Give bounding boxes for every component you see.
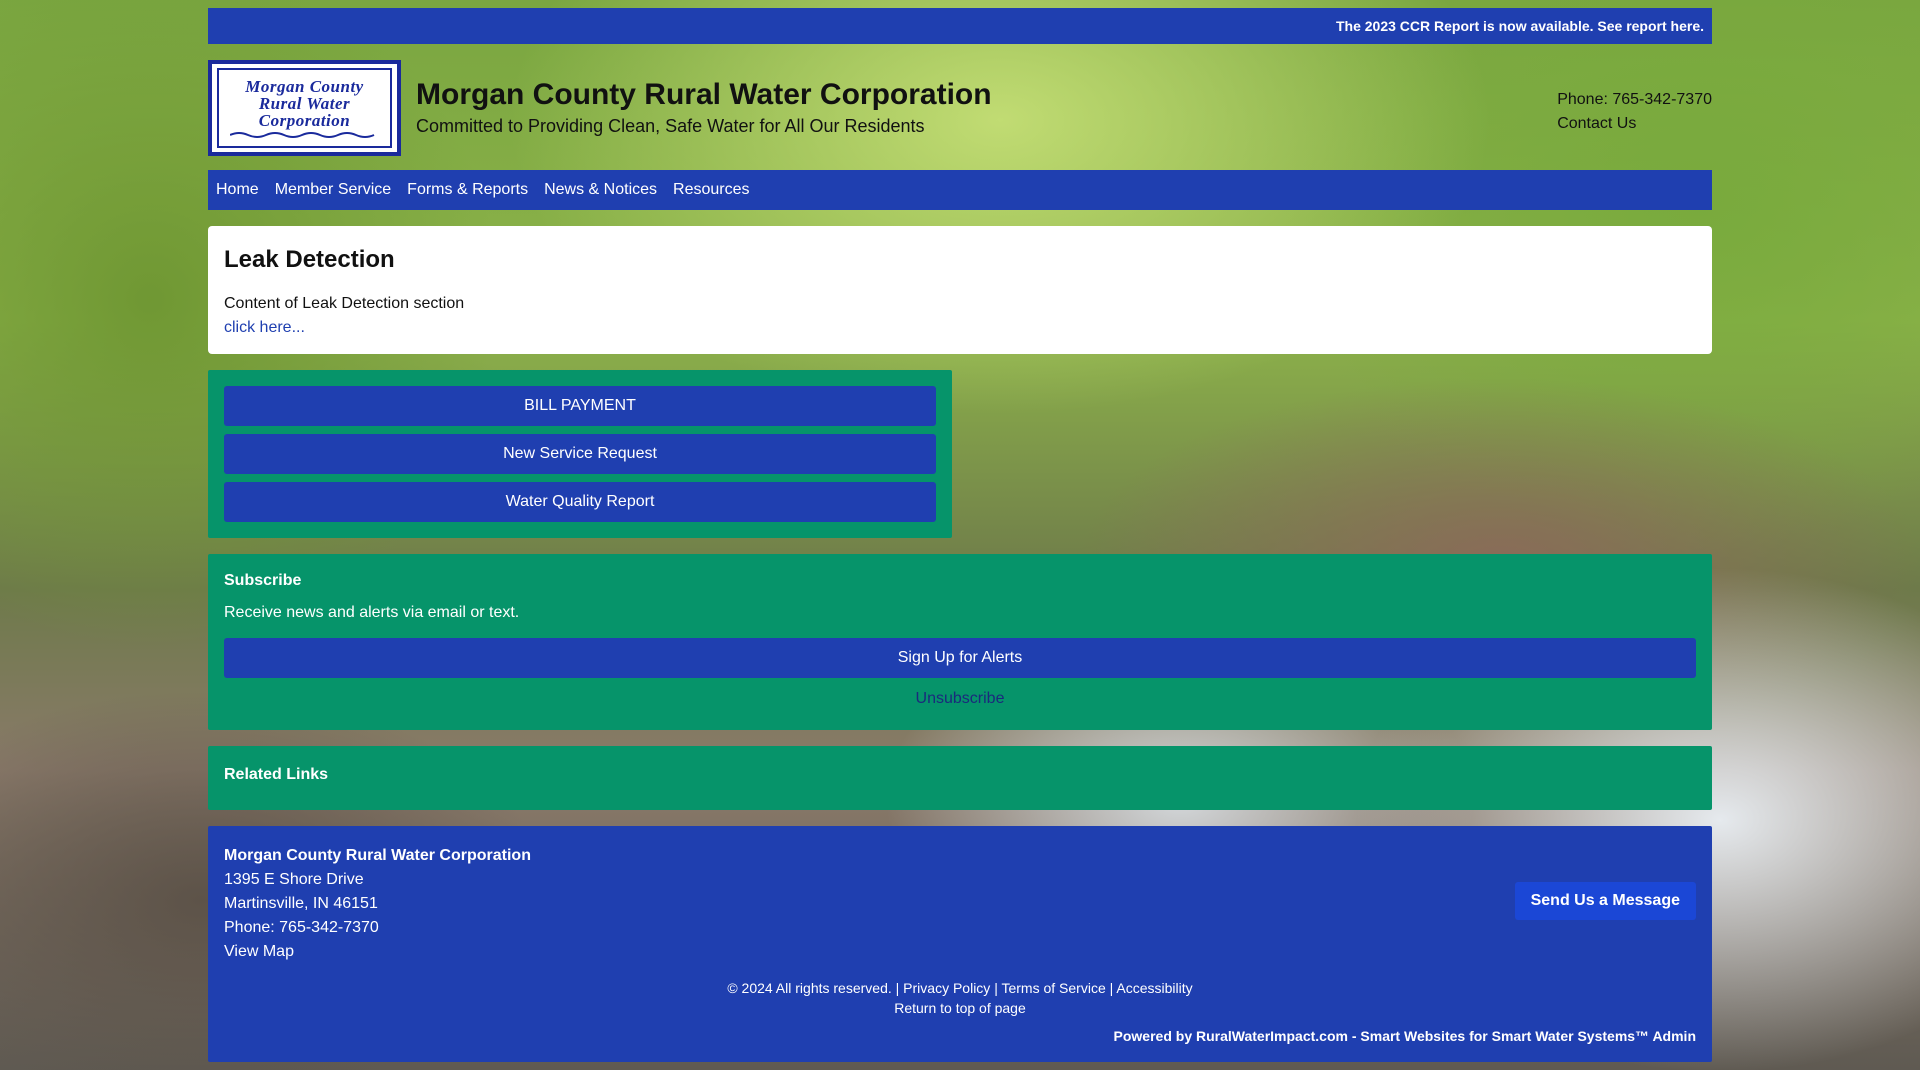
header-phone[interactable]: Phone: 765-342-7370 bbox=[1557, 88, 1712, 112]
main-nav: Home Member Service Forms & Reports News… bbox=[208, 170, 1712, 210]
bill-payment-button[interactable]: BILL PAYMENT bbox=[224, 386, 936, 426]
logo-mark: Morgan County Rural Water Corporation bbox=[217, 68, 392, 148]
footer-address: Morgan County Rural Water Corporation 13… bbox=[224, 844, 1696, 964]
subscribe-title: Subscribe bbox=[224, 572, 302, 589]
water-quality-report-button[interactable]: Water Quality Report bbox=[224, 482, 936, 522]
page-wrapper: The 2023 CCR Report is now available. Se… bbox=[208, 8, 1712, 1062]
powered-by-link[interactable]: Powered by RuralWaterImpact.com - Smart … bbox=[1114, 1028, 1650, 1044]
site-logo[interactable]: Morgan County Rural Water Corporation bbox=[208, 60, 401, 156]
admin-link[interactable]: Admin bbox=[1652, 1028, 1696, 1044]
announcement-bar[interactable]: The 2023 CCR Report is now available. Se… bbox=[208, 8, 1712, 44]
quick-links-panel: BILL PAYMENT New Service Request Water Q… bbox=[208, 370, 952, 538]
send-message-button[interactable]: Send Us a Message bbox=[1514, 882, 1696, 920]
nav-item-news-notices[interactable]: News & Notices bbox=[544, 181, 657, 199]
nav-item-home[interactable]: Home bbox=[216, 181, 259, 199]
separator: | bbox=[994, 980, 998, 996]
powered-by: Powered by RuralWaterImpact.com - Smart … bbox=[1114, 1028, 1696, 1044]
separator: | bbox=[1109, 980, 1114, 996]
site-header: Morgan County Rural Water Corporation Mo… bbox=[208, 44, 1712, 170]
unsubscribe-link[interactable]: Unsubscribe bbox=[224, 690, 1696, 708]
related-links-title: Related Links bbox=[224, 766, 329, 783]
terms-of-service-link[interactable]: Terms of Service bbox=[1001, 980, 1105, 996]
nav-item-forms-reports[interactable]: Forms & Reports bbox=[407, 181, 528, 199]
view-map-link[interactable]: View Map bbox=[224, 940, 1696, 964]
announcement-text[interactable]: The 2023 CCR Report is now available. Se… bbox=[1336, 18, 1704, 34]
leak-detection-card: Leak Detection Content of Leak Detection… bbox=[208, 226, 1712, 354]
separator: | bbox=[895, 980, 900, 996]
header-contact: Phone: 765-342-7370 Contact Us bbox=[1557, 88, 1712, 136]
privacy-policy-link[interactable]: Privacy Policy bbox=[903, 980, 990, 996]
return-to-top-link[interactable]: Return to top of page bbox=[894, 1000, 1026, 1016]
footer-legal: © 2024 All rights reserved. | Privacy Po… bbox=[208, 978, 1712, 1018]
contact-us-link[interactable]: Contact Us bbox=[1557, 112, 1712, 136]
footer-phone[interactable]: Phone: 765-342-7370 bbox=[224, 916, 1696, 940]
copyright-text: © 2024 All rights reserved. bbox=[727, 980, 892, 996]
footer-city: Martinsville, IN 46151 bbox=[224, 895, 378, 912]
click-here-link[interactable]: click here... bbox=[224, 319, 305, 336]
site-title: Morgan County Rural Water Corporation bbox=[416, 78, 992, 111]
subscribe-text: Receive news and alerts via email or tex… bbox=[224, 604, 520, 621]
logo-line-3: Corporation bbox=[258, 110, 351, 130]
related-links-panel: Related Links bbox=[208, 746, 1712, 810]
footer-org-name: Morgan County Rural Water Corporation bbox=[224, 847, 531, 864]
page-title: Leak Detection bbox=[224, 246, 395, 273]
logo-line-1: Morgan County bbox=[245, 76, 364, 96]
sign-up-alerts-button[interactable]: Sign Up for Alerts bbox=[224, 638, 1696, 678]
water-wave-icon bbox=[229, 131, 374, 138]
site-footer: Morgan County Rural Water Corporation 13… bbox=[208, 826, 1712, 1062]
footer-street: 1395 E Shore Drive bbox=[224, 871, 364, 888]
new-service-request-button[interactable]: New Service Request bbox=[224, 434, 936, 474]
section-content: Content of Leak Detection section bbox=[224, 295, 465, 312]
nav-item-resources[interactable]: Resources bbox=[673, 181, 749, 199]
subscribe-panel: Subscribe Receive news and alerts via em… bbox=[208, 554, 1712, 730]
logo-line-2: Rural Water bbox=[258, 93, 351, 113]
accessibility-link[interactable]: Accessibility bbox=[1116, 980, 1192, 996]
nav-item-member-service[interactable]: Member Service bbox=[275, 181, 391, 199]
site-tagline: Committed to Providing Clean, Safe Water… bbox=[416, 116, 925, 136]
